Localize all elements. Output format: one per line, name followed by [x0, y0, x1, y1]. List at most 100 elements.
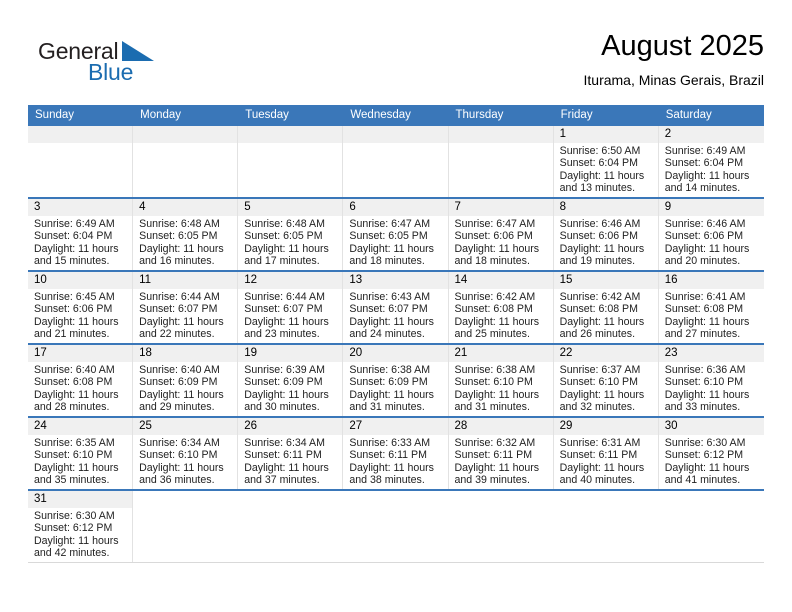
calendar-day-cell[interactable]: 23 Sunrise: 6:36 AM Sunset: 6:10 PM Dayligh… — [658, 345, 764, 416]
calendar-day-cell[interactable]: 3 Sunrise: 6:49 AM Sunset: 6:04 PM Daylight… — [28, 199, 134, 270]
calendar-day-cell[interactable]: 22 Sunrise: 6:37 AM Sunset: 6:10 PM Dayligh… — [553, 345, 659, 416]
calendar-day-cell[interactable]: 20 Sunrise: 6:38 AM Sunset: 6:09 PM Dayligh… — [343, 345, 449, 416]
day-number: 5 — [238, 199, 343, 216]
daylight-duration-line2: and 23 minutes. — [244, 328, 320, 341]
calendar-day-cell[interactable]: 25 Sunrise: 6:34 AM Sunset: 6:10 PM Dayligh… — [133, 418, 239, 489]
calendar-day-cell[interactable]: 12 Sunrise: 6:44 AM Sunset: 6:07 PM Dayligh… — [238, 272, 344, 343]
day-details: Sunrise: 6:40 AM Sunset: 6:08 PM Daylight:… — [28, 362, 132, 414]
calendar-empty-cell — [343, 126, 449, 197]
calendar-day-cell[interactable]: 5 Sunrise: 6:48 AM Sunset: 6:05 PM Daylight… — [238, 199, 344, 270]
sunset-time: Sunset: 6:10 PM — [559, 376, 638, 389]
sunset-time: Sunset: 6:06 PM — [454, 230, 533, 243]
calendar-day-cell[interactable]: 7 Sunrise: 6:47 AM Sunset: 6:06 PM Daylight… — [448, 199, 554, 270]
day-details: Sunrise: 6:41 AM Sunset: 6:08 PM Daylight:… — [659, 289, 764, 341]
sunset-time: Sunset: 6:05 PM — [139, 230, 218, 243]
calendar-day-cell[interactable]: 10 Sunrise: 6:45 AM Sunset: 6:06 PM Dayligh… — [28, 272, 134, 343]
day-number: 7 — [448, 199, 553, 216]
calendar-day-cell[interactable]: 1 Sunrise: 6:50 AM Sunset: 6:04 PM Daylight… — [553, 126, 659, 197]
calendar-day-cell[interactable]: 30 Sunrise: 6:30 AM Sunset: 6:12 PM Dayligh… — [658, 418, 764, 489]
weekday-header-sunday: Sunday — [35, 109, 75, 121]
sunrise-time: Sunrise: 6:47 AM — [454, 218, 536, 230]
day-details: Sunrise: 6:31 AM Sunset: 6:11 PM Daylight:… — [554, 435, 658, 487]
sunset-time: Sunset: 6:10 PM — [664, 376, 744, 389]
daylight-duration-line2: and 31 minutes. — [349, 401, 425, 414]
day-number: 8 — [553, 199, 658, 216]
calendar-day-cell[interactable]: 4 Sunrise: 6:48 AM Sunset: 6:05 PM Daylight… — [133, 199, 239, 270]
daylight-duration-line1: Daylight: 11 hours — [34, 242, 119, 255]
daylight-duration-line2: and 19 minutes. — [559, 255, 636, 268]
day-number: 19 — [238, 345, 343, 362]
calendar-day-cell[interactable]: 15 Sunrise: 6:42 AM Sunset: 6:08 PM Dayligh… — [553, 272, 659, 343]
calendar-day-cell[interactable]: 2 Sunrise: 6:49 AM Sunset: 6:04 PM Daylight… — [658, 126, 764, 197]
sunset-time: Sunset: 6:06 PM — [34, 303, 113, 316]
calendar-day-cell[interactable]: 21 Sunrise: 6:38 AM Sunset: 6:10 PM Dayligh… — [448, 345, 554, 416]
calendar-empty-cell — [343, 491, 449, 562]
daylight-duration-line1: Daylight: 11 hours — [664, 388, 750, 401]
daylight-duration-line1: Daylight: 11 hours — [559, 461, 645, 474]
weekday-header-row: Sunday Monday Tuesday Wednesday Thursday Frid… — [28, 105, 764, 126]
calendar-day-cell[interactable]: 24 Sunrise: 6:35 AM Sunset: 6:10 PM Dayligh… — [28, 418, 134, 489]
calendar-day-cell[interactable]: 31 Sunrise: 6:30 AM Sunset: 6:12 PM Dayligh… — [28, 491, 134, 562]
daylight-duration-line2: and 30 minutes. — [244, 401, 320, 414]
sunrise-time: Sunrise: 6:33 AM — [349, 437, 431, 449]
calendar-day-cell[interactable]: 11 Sunrise: 6:44 AM Sunset: 6:07 PM Dayligh… — [133, 272, 239, 343]
sunrise-time: Sunrise: 6:44 AM — [139, 291, 220, 303]
calendar-day-cell[interactable]: 17 Sunrise: 6:40 AM Sunset: 6:08 PM Dayligh… — [28, 345, 134, 416]
day-number — [133, 126, 238, 143]
calendar-day-cell[interactable]: 9 Sunrise: 6:46 AM Sunset: 6:06 PM Daylight… — [658, 199, 764, 270]
sunrise-time: Sunrise: 6:38 AM — [454, 364, 536, 376]
day-number: 28 — [448, 418, 553, 435]
calendar-week-row: 3 Sunrise: 6:49 AM Sunset: 6:04 PM Daylight… — [28, 197, 764, 270]
sunrise-time: Sunrise: 6:36 AM — [664, 364, 746, 376]
calendar-day-cell[interactable]: 28 Sunrise: 6:32 AM Sunset: 6:11 PM Dayligh… — [448, 418, 554, 489]
general-blue-logo[interactable]: General Blue — [38, 38, 168, 86]
day-details: Sunrise: 6:39 AM Sunset: 6:09 PM Daylight:… — [238, 362, 342, 414]
sunrise-time: Sunrise: 6:35 AM — [34, 437, 115, 449]
sunset-time: Sunset: 6:09 PM — [244, 376, 323, 389]
calendar-day-cell[interactable]: 19 Sunrise: 6:39 AM Sunset: 6:09 PM Dayligh… — [238, 345, 344, 416]
day-details: Sunrise: 6:47 AM Sunset: 6:05 PM Daylight:… — [343, 216, 447, 268]
day-number — [448, 126, 553, 143]
day-number: 17 — [28, 345, 133, 362]
day-number: 24 — [28, 418, 133, 435]
page-title: August 2025 — [601, 30, 764, 62]
calendar-day-cell[interactable]: 29 Sunrise: 6:31 AM Sunset: 6:11 PM Dayligh… — [553, 418, 659, 489]
sunrise-time: Sunrise: 6:30 AM — [664, 437, 746, 449]
daylight-duration-line1: Daylight: 11 hours — [244, 388, 329, 401]
daylight-duration-line2: and 41 minutes. — [664, 474, 741, 487]
day-number: 2 — [658, 126, 764, 143]
sunset-time: Sunset: 6:11 PM — [244, 449, 322, 462]
day-details: Sunrise: 6:44 AM Sunset: 6:07 PM Daylight:… — [238, 289, 342, 341]
sunrise-time: Sunrise: 6:31 AM — [559, 437, 641, 449]
day-details: Sunrise: 6:32 AM Sunset: 6:11 PM Daylight:… — [449, 435, 553, 487]
sunrise-time: Sunrise: 6:45 AM — [34, 291, 115, 303]
calendar-day-cell[interactable]: 14 Sunrise: 6:42 AM Sunset: 6:08 PM Dayligh… — [448, 272, 554, 343]
daylight-duration-line1: Daylight: 11 hours — [559, 169, 645, 182]
sunrise-time: Sunrise: 6:48 AM — [139, 218, 220, 230]
day-details: Sunrise: 6:30 AM Sunset: 6:12 PM Daylight:… — [659, 435, 764, 487]
day-number: 26 — [238, 418, 343, 435]
calendar-day-cell[interactable]: 26 Sunrise: 6:34 AM Sunset: 6:11 PM Dayligh… — [238, 418, 344, 489]
logo-triangle-icon — [122, 41, 154, 61]
sunset-time: Sunset: 6:04 PM — [664, 157, 744, 170]
daylight-duration-line1: Daylight: 11 hours — [349, 461, 434, 474]
calendar-day-cell[interactable]: 16 Sunrise: 6:41 AM Sunset: 6:08 PM Dayligh… — [658, 272, 764, 343]
day-details: Sunrise: 6:47 AM Sunset: 6:06 PM Daylight:… — [449, 216, 553, 268]
day-number: 13 — [343, 272, 448, 289]
daylight-duration-line1: Daylight: 11 hours — [454, 461, 540, 474]
daylight-duration-line1: Daylight: 11 hours — [244, 315, 329, 328]
daylight-duration-line1: Daylight: 11 hours — [454, 315, 540, 328]
day-details: Sunrise: 6:34 AM Sunset: 6:10 PM Daylight:… — [133, 435, 237, 487]
day-details: Sunrise: 6:42 AM Sunset: 6:08 PM Daylight:… — [554, 289, 658, 341]
calendar-day-cell[interactable]: 27 Sunrise: 6:33 AM Sunset: 6:11 PM Dayligh… — [343, 418, 449, 489]
sunrise-time: Sunrise: 6:40 AM — [139, 364, 220, 376]
daylight-duration-line2: and 13 minutes. — [559, 182, 636, 195]
sunrise-time: Sunrise: 6:34 AM — [139, 437, 220, 449]
calendar-day-cell[interactable]: 6 Sunrise: 6:47 AM Sunset: 6:05 PM Daylight… — [343, 199, 449, 270]
sunrise-time: Sunrise: 6:46 AM — [559, 218, 641, 230]
daylight-duration-line2: and 26 minutes. — [559, 328, 636, 341]
calendar-day-cell[interactable]: 13 Sunrise: 6:43 AM Sunset: 6:07 PM Dayligh… — [343, 272, 449, 343]
calendar-day-cell[interactable]: 18 Sunrise: 6:40 AM Sunset: 6:09 PM Dayligh… — [133, 345, 239, 416]
calendar-day-cell[interactable]: 8 Sunrise: 6:46 AM Sunset: 6:06 PM Daylight… — [553, 199, 659, 270]
sunset-time: Sunset: 6:08 PM — [34, 376, 113, 389]
